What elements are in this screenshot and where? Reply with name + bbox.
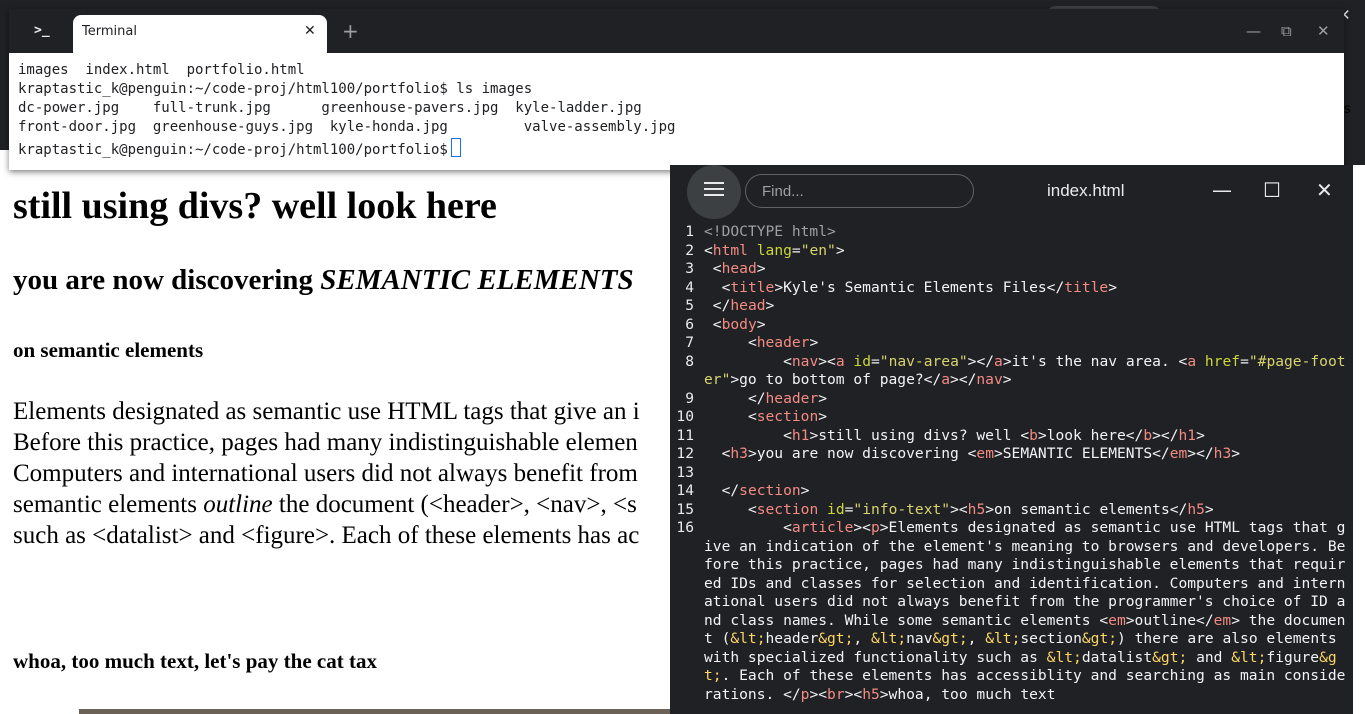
close-icon[interactable]: ✕ — [1316, 178, 1333, 202]
line-number: 7 — [685, 334, 694, 351]
code-line: 10 <section> — [670, 408, 1353, 427]
cat-image — [79, 709, 679, 714]
terminal-app-icon[interactable]: >_ — [34, 23, 50, 38]
line-number: 12 — [676, 445, 694, 462]
tab-title: Terminal — [82, 24, 137, 39]
background-edge-text: s — [1344, 102, 1351, 117]
terminal-line: kraptastic_k@penguin:~/code-proj/html100… — [18, 81, 533, 97]
hamburger-icon — [704, 182, 724, 184]
code-line: 7 <header> — [670, 334, 1353, 353]
terminal-cursor — [450, 138, 461, 157]
line-number: 15 — [676, 500, 694, 518]
minimize-icon[interactable]: — — [1212, 178, 1232, 202]
line-number: 9 — [685, 389, 694, 407]
code-line: 14 </section> — [670, 482, 1353, 501]
code-line: 3 <head> — [670, 260, 1353, 279]
code-line: 2 <html lang="en"> — [670, 242, 1353, 261]
maximize-icon[interactable]: ☐ — [1263, 178, 1281, 202]
paragraph-line: such as <datalist> and <figure>. Each of… — [13, 522, 640, 549]
h3-emphasis: SEMANTIC ELEMENTS — [320, 264, 634, 296]
line-number: 10 — [676, 408, 694, 425]
line-number: 8 — [685, 352, 694, 370]
editor-header: index.html — ☐ ✕ — [670, 165, 1353, 219]
page-heading-h3: you are now discovering SEMANTIC ELEMENT… — [13, 264, 634, 297]
terminal-line: front-door.jpg greenhouse-guys.jpg kyle-… — [18, 119, 676, 135]
code-line: 11 <h1>still using divs? well <b>look he… — [670, 427, 1353, 446]
line-number: 13 — [676, 463, 694, 481]
code-line: 13 — [670, 464, 1353, 483]
terminal-prompt-line: kraptastic_k@penguin:~/code-proj/html100… — [18, 138, 461, 158]
new-tab-icon[interactable]: + — [342, 19, 359, 43]
find-input[interactable] — [745, 174, 974, 208]
editor-window: index.html — ☐ ✕ 1<!DOCTYPE html> 2<html… — [670, 165, 1353, 714]
browser-page: still using divs? well look here you are… — [0, 150, 700, 714]
code-line: 9 </header> — [670, 390, 1353, 409]
line-number: 1 — [685, 223, 694, 240]
menu-button[interactable] — [687, 165, 741, 219]
page-paragraph: Elements designated as semantic use HTML… — [13, 396, 640, 551]
window-close-icon[interactable]: ✕ — [1317, 22, 1330, 40]
page-heading-h5-semantic: on semantic elements — [13, 338, 204, 362]
paragraph-line: Computers and international users did no… — [13, 460, 638, 487]
paragraph-line: Elements designated as semantic use HTML… — [13, 398, 640, 425]
minimize-icon[interactable]: — — [1246, 22, 1261, 40]
tab-terminal[interactable]: Terminal ✕ — [73, 15, 327, 53]
line-number: 2 — [685, 241, 694, 259]
code-line: 4 <title>Kyle's Semantic Elements Files<… — [670, 279, 1353, 298]
page-heading-h5-cat-tax: whoa, too much text, let's pay the cat t… — [13, 649, 377, 673]
line-number: 4 — [685, 278, 694, 296]
code-line: 8 <nav><a id="nav-area"></a>it's the nav… — [670, 353, 1353, 390]
code-line: 15 <section id="info-text"><h5>on semant… — [670, 501, 1353, 520]
code-area[interactable]: 1 <!DOCTYPE html> 2 <html lang="en"> 3 <he… — [670, 223, 1353, 704]
terminal-prompt: kraptastic_k@penguin:~/code-proj/html100… — [18, 142, 448, 158]
paragraph-line: semantic elements outline the document (… — [13, 489, 640, 520]
terminal-window: >_ Terminal ✕ + — ⧉ ✕ images index.html … — [9, 9, 1344, 170]
terminal-titlebar: >_ Terminal ✕ + — ⧉ ✕ — [9, 9, 1344, 53]
paragraph-line-rest: the document (<header>, <nav>, <s — [272, 491, 637, 518]
editor-filename: index.html — [1047, 181, 1125, 200]
line-number: 14 — [676, 482, 694, 499]
h3-text: you are now discovering — [13, 264, 321, 296]
paragraph-line-start: semantic elements — [13, 491, 204, 518]
restore-icon[interactable]: ⧉ — [1281, 22, 1292, 40]
line-number: 5 — [685, 297, 694, 314]
line-number: 11 — [676, 426, 694, 444]
line-number: 6 — [685, 315, 694, 333]
page-heading-h1: still using divs? well look here — [13, 185, 497, 227]
terminal-line: dc-power.jpg full-trunk.jpg greenhouse-p… — [18, 100, 642, 116]
terminal-line: images index.html portfolio.html — [18, 62, 305, 78]
paragraph-line: Before this practice, pages had many ind… — [13, 429, 638, 456]
tab-close-icon[interactable]: ✕ — [304, 23, 316, 39]
paragraph-outline-emphasis: outline — [203, 491, 273, 518]
line-number: 3 — [685, 260, 694, 277]
terminal-output[interactable]: images index.html portfolio.html kraptas… — [9, 53, 1344, 170]
code-line: 16 <article><p>Elements designated as se… — [670, 519, 1353, 704]
line-number: 16 — [676, 519, 694, 536]
code-line: 1 <!DOCTYPE html> — [670, 223, 1353, 242]
code-line: 6 <body> — [670, 316, 1353, 335]
code-line: 5 </head> — [670, 297, 1353, 316]
code-line: 12 <h3>you are now discovering <em>SEMAN… — [670, 445, 1353, 464]
